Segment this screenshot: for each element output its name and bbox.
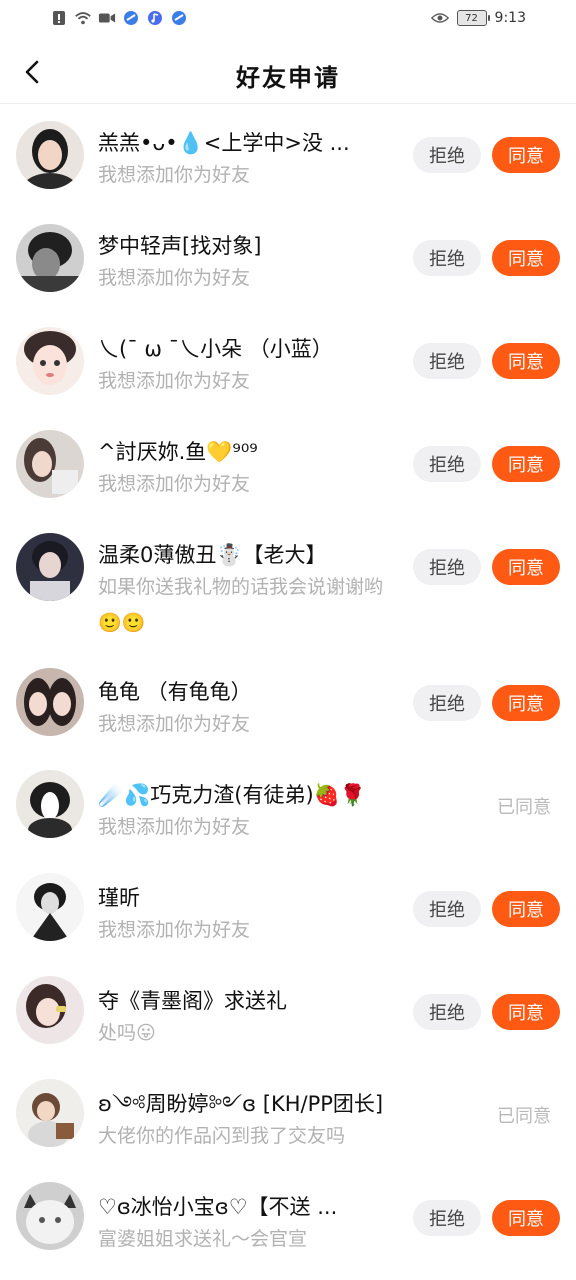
request-message: 我想添加你为好友 bbox=[98, 267, 251, 289]
accept-button[interactable]: 同意 bbox=[492, 240, 560, 276]
nav-bar: 好友申请 bbox=[0, 40, 576, 104]
reject-button[interactable]: 拒绝 bbox=[413, 240, 481, 276]
accept-button[interactable]: 同意 bbox=[492, 343, 560, 379]
music-icon bbox=[146, 9, 164, 27]
list-item: ☄️💦巧克力渣(有徒弟)🍓🌹 我想添加你为好友 已同意 bbox=[0, 758, 576, 861]
app-icon bbox=[122, 9, 140, 27]
alert-icon bbox=[50, 9, 68, 27]
reject-button[interactable]: 拒绝 bbox=[413, 994, 481, 1030]
list-item: 乀(ˉ ω ˉ乀小朵 （小蓝） 我想添加你为好友 拒绝 同意 bbox=[0, 310, 576, 413]
reject-button[interactable]: 拒绝 bbox=[413, 343, 481, 379]
reject-button[interactable]: 拒绝 bbox=[413, 891, 481, 927]
request-message: 我想添加你为好友 bbox=[98, 816, 251, 838]
request-name: ♡ɞ冰怡小宝ɞ♡【不送 ... bbox=[98, 1195, 338, 1219]
avatar[interactable] bbox=[16, 224, 84, 292]
request-name: 瑾昕 bbox=[98, 886, 140, 910]
request-message: 我想添加你为好友 bbox=[98, 473, 251, 495]
accept-button[interactable]: 同意 bbox=[492, 891, 560, 927]
avatar[interactable] bbox=[16, 1182, 84, 1250]
request-name: 乀(ˉ ω ˉ乀小朵 （小蓝） bbox=[98, 337, 333, 361]
request-message: 我想添加你为好友 bbox=[98, 164, 251, 186]
list-item: 羔羔•ᴗ•💧<上学中>没 ... 我想添加你为好友 拒绝 同意 bbox=[0, 104, 576, 207]
request-message: 富婆姐姐求送礼～会官宣 bbox=[98, 1228, 308, 1250]
avatar[interactable] bbox=[16, 668, 84, 736]
accept-button[interactable]: 同意 bbox=[492, 994, 560, 1030]
avatar[interactable] bbox=[16, 976, 84, 1044]
avatar[interactable] bbox=[16, 1079, 84, 1147]
request-message: 我想添加你为好友 bbox=[98, 713, 251, 735]
accept-button[interactable]: 同意 bbox=[492, 137, 560, 173]
request-message: 我想添加你为好友 bbox=[98, 919, 251, 941]
request-message: 我想添加你为好友 bbox=[98, 370, 251, 392]
reject-button[interactable]: 拒绝 bbox=[413, 137, 481, 173]
eye-icon bbox=[430, 9, 449, 27]
avatar[interactable] bbox=[16, 873, 84, 941]
request-message: 处吗😛 bbox=[98, 1022, 156, 1044]
request-message: 大佬你的作品闪到我了交友吗 bbox=[98, 1125, 346, 1147]
avatar[interactable] bbox=[16, 533, 84, 601]
list-item: ♡ɞ冰怡小宝ɞ♡【不送 ... 富婆姐姐求送礼～会官宣 拒绝 同意 bbox=[0, 1170, 576, 1273]
avatar[interactable] bbox=[16, 327, 84, 395]
request-name: 羔羔•ᴗ•💧<上学中>没 ... bbox=[98, 131, 350, 155]
avatar[interactable] bbox=[16, 770, 84, 838]
status-bar: 72 9:13 bbox=[0, 0, 576, 40]
list-item: 梦中轻声[找对象] 我想添加你为好友 拒绝 同意 bbox=[0, 207, 576, 310]
list-item: 瑾昕 我想添加你为好友 拒绝 同意 bbox=[0, 861, 576, 964]
request-name: 温柔0薄傲丑☃️【老大】 bbox=[98, 543, 327, 567]
reject-button[interactable]: 拒绝 bbox=[413, 446, 481, 482]
list-item: ^討厌妳.鱼💛⁹⁰⁹ 我想添加你为好友 拒绝 同意 bbox=[0, 413, 576, 516]
accept-button[interactable]: 同意 bbox=[492, 446, 560, 482]
request-name: ʚ༺周盼婷༻ɞ [KH/PP团长] bbox=[98, 1092, 384, 1116]
wifi-icon bbox=[74, 9, 92, 27]
accept-button[interactable]: 同意 bbox=[492, 685, 560, 721]
battery-indicator: 72 bbox=[456, 10, 490, 26]
request-name: 梦中轻声[找对象] bbox=[98, 234, 262, 258]
list-item: 温柔0薄傲丑☃️【老大】 如果你送我礼物的话我会说谢谢哟🙂🙂 拒绝 同意 bbox=[0, 516, 576, 655]
accepted-status: 已同意 bbox=[497, 797, 551, 818]
reject-button[interactable]: 拒绝 bbox=[413, 549, 481, 585]
request-name: 夺《青墨阁》求送礼 bbox=[98, 989, 287, 1013]
list-item: 龟龟 （有龟龟） 我想添加你为好友 拒绝 同意 bbox=[0, 655, 576, 758]
request-name: ☄️💦巧克力渣(有徒弟)🍓🌹 bbox=[98, 783, 366, 807]
request-name: 龟龟 （有龟龟） bbox=[98, 680, 252, 704]
request-name: ^討厌妳.鱼💛⁹⁰⁹ bbox=[98, 440, 258, 464]
reject-button[interactable]: 拒绝 bbox=[413, 685, 481, 721]
accepted-status: 已同意 bbox=[497, 1106, 551, 1127]
avatar[interactable] bbox=[16, 121, 84, 189]
list-item: 夺《青墨阁》求送礼 处吗😛 拒绝 同意 bbox=[0, 964, 576, 1067]
reject-button[interactable]: 拒绝 bbox=[413, 1200, 481, 1236]
status-icons-left bbox=[50, 9, 188, 27]
accept-button[interactable]: 同意 bbox=[492, 549, 560, 585]
accept-button[interactable]: 同意 bbox=[492, 1200, 560, 1236]
camera-icon bbox=[98, 9, 116, 27]
app-icon bbox=[170, 9, 188, 27]
request-message: 如果你送我礼物的话我会说谢谢哟🙂🙂 bbox=[98, 576, 384, 634]
page-title: 好友申请 bbox=[236, 64, 340, 92]
clock: 9:13 bbox=[494, 10, 526, 26]
avatar[interactable] bbox=[16, 430, 84, 498]
list-item: ʚ༺周盼婷༻ɞ [KH/PP团长] 大佬你的作品闪到我了交友吗 已同意 bbox=[0, 1067, 576, 1170]
status-icons-right: 72 9:13 bbox=[430, 9, 526, 27]
